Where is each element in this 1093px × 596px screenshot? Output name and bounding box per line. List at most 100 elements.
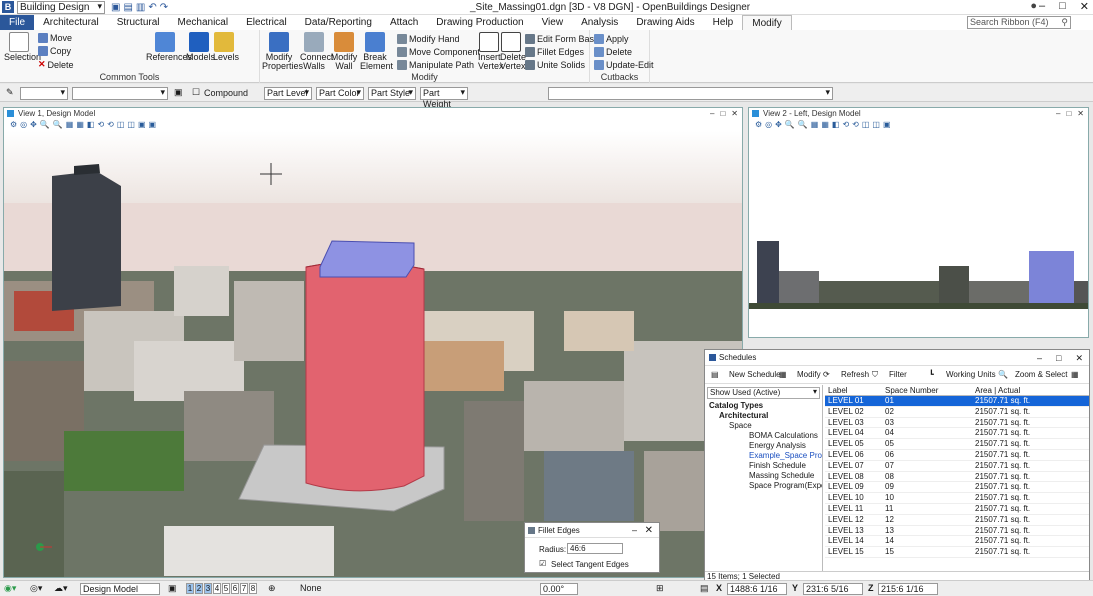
red-massing-tower[interactable] [305,260,425,492]
edit-form-base-button[interactable]: Edit Form Base [525,34,599,44]
view-toggle-4[interactable]: 4 [213,583,221,594]
delete-vertex-button[interactable]: Delete Vertex [500,32,526,71]
view-restore-icon[interactable]: □ [720,108,725,119]
template-dropdown[interactable] [548,87,833,100]
view-toggle-5[interactable]: 5 [222,583,230,594]
user-icon[interactable]: ● [1030,0,1037,12]
view-restore-icon[interactable]: □ [1066,108,1071,119]
blue-roof-form[interactable] [319,240,415,278]
print-icon[interactable]: ▥ [136,2,145,13]
x-coordinate-field[interactable]: 1488:6 1/16 [727,583,787,595]
grid-view-icon[interactable]: ▦ [1071,370,1079,379]
tree-node[interactable]: Massing Schedule [705,471,822,481]
tab-modify[interactable]: Modify [742,15,792,30]
close-icon[interactable]: ✕ [1080,0,1089,13]
view-toggle-8[interactable]: 8 [249,583,257,594]
snap-icon[interactable]: ⊕ [268,583,276,594]
level-dropdown[interactable] [72,87,168,100]
tab-drawing-production[interactable]: Drawing Production [427,15,532,30]
save-icon[interactable]: ▤ [123,2,132,13]
filter-button[interactable]: Filter [889,370,907,379]
table-row[interactable]: LEVEL 01 01 21507.71 sq. ft. [825,396,1089,407]
tab-attach[interactable]: Attach [381,15,427,30]
tab-drawing-aids[interactable]: Drawing Aids [627,15,703,30]
modify-properties-button[interactable]: Modify Properties [262,32,303,71]
copy-button[interactable]: Copy [38,46,71,56]
working-units-button[interactable]: Working Units [946,370,996,379]
insert-vertex-button[interactable]: Insert Vertex [478,32,504,71]
tangent-edges-checkbox[interactable]: ☑ [539,559,546,568]
table-row[interactable]: LEVEL 10 10 21507.71 sq. ft. [825,493,1089,504]
minimize-icon[interactable]: – [1039,0,1045,13]
modify-schedule-button[interactable]: Modify [797,370,821,379]
zoom-select-button[interactable]: Zoom & Select [1015,370,1067,379]
table-row[interactable]: LEVEL 05 05 21507.71 sq. ft. [825,439,1089,450]
fillet-edges-button[interactable]: Fillet Edges [525,47,584,57]
view-minimize-icon[interactable]: – [710,108,714,119]
table-row[interactable]: LEVEL 15 15 21507.71 sq. ft. [825,547,1089,558]
search-ribbon-input[interactable]: Search Ribbon (F4) ⚲ [967,16,1071,29]
modify-wall-button[interactable]: Modify Wall [330,32,358,71]
references-button[interactable]: References [146,32,192,62]
view-toggle-7[interactable]: 7 [240,583,248,594]
table-row[interactable]: LEVEL 09 09 21507.71 sq. ft. [825,482,1089,494]
design-model-canvas[interactable] [4,131,742,577]
view-toggle-2[interactable]: 2 [195,583,203,594]
update-edit-button[interactable]: Update-Edit [594,60,654,70]
tab-analysis[interactable]: Analysis [572,15,627,30]
table-row[interactable]: LEVEL 07 07 21507.71 sq. ft. [825,461,1089,472]
view-toggle-1[interactable]: 1 [186,583,194,594]
undo-icon[interactable]: ↶ [148,2,156,13]
view-close-icon[interactable]: ✕ [1077,108,1084,119]
modify-hand-button[interactable]: Modify Hand [397,34,460,44]
view-toggle-3[interactable]: 3 [204,583,212,594]
manipulate-path-button[interactable]: Manipulate Path [397,60,474,70]
break-element-button[interactable]: Break Element [360,32,393,71]
tree-node[interactable]: BOMA Calculations [705,431,822,441]
tab-help[interactable]: Help [704,15,743,30]
color-dropdown[interactable] [20,87,68,100]
tab-electrical[interactable]: Electrical [237,15,296,30]
tree-node[interactable]: Example_Space Proc [705,451,822,461]
pencil-icon[interactable]: ✎ [6,87,14,98]
tab-view[interactable]: View [533,15,573,30]
view-2-toolbar[interactable]: ⚙◎✥🔍🔍▦▦◧⟲⟲◫◫▣ [749,119,1088,131]
tab-data-reporting[interactable]: Data/Reporting [296,15,381,30]
z-coordinate-field[interactable]: 215:6 1/16 [878,583,938,595]
maximize-icon[interactable]: □ [1059,0,1066,13]
redo-icon[interactable]: ↷ [160,2,168,13]
accudraw-icon[interactable]: ⊞ [656,583,664,594]
col-space-number[interactable]: Space Number [885,385,938,396]
unite-solids-button[interactable]: Unite Solids [525,60,585,70]
tree-node[interactable]: Space Program(Expo [705,481,822,491]
open-icon[interactable]: ▣ [111,2,120,13]
tab-structural[interactable]: Structural [108,15,169,30]
view-2[interactable]: View 2 - Left, Design Model – □ ✕ ⚙◎✥🔍🔍▦▦◧… [748,107,1089,338]
navigate-forward-icon[interactable]: ◎▾ [30,583,42,594]
tree-node[interactable]: Finish Schedule [705,461,822,471]
workspace-select[interactable]: Building Design [17,0,105,14]
table-row[interactable]: LEVEL 14 14 21507.71 sq. ft. [825,536,1089,548]
new-schedule-button[interactable]: New Schedule [729,370,781,379]
move-component-button[interactable]: Move Component [397,47,480,57]
table-row[interactable]: LEVEL 04 04 21507.71 sq. ft. [825,428,1089,440]
view-1[interactable]: View 1, Design Model – □ ✕ ⚙◎✥🔍🔍▦▦◧⟲⟲◫◫▣▣ [3,107,743,578]
tree-node[interactable]: Space [705,421,822,431]
part-weight-dropdown[interactable]: Part Weight [420,87,468,109]
table-row[interactable]: LEVEL 08 08 21507.71 sq. ft. [825,472,1089,483]
move-button[interactable]: Move [38,33,72,43]
refresh-button[interactable]: Refresh [841,370,869,379]
left-view-canvas[interactable] [749,131,1088,337]
col-area[interactable]: Area | Actual [975,385,1020,396]
fillet-minimize-icon[interactable]: – [632,523,637,538]
y-coordinate-field[interactable]: 231:6 5/16 [803,583,863,595]
view-groups-icon[interactable]: ▣ [168,583,177,594]
table-row[interactable]: LEVEL 11 11 21507.71 sq. ft. [825,504,1089,515]
tree-node[interactable]: Energy Analysis [705,441,822,451]
model-dropdown[interactable]: Design Model [80,583,160,595]
levels-button[interactable]: Levels [213,32,239,62]
part-color-dropdown[interactable]: Part Color [316,87,364,100]
view-toggle-6[interactable]: 6 [231,583,239,594]
schedules-close-icon[interactable]: ✕ [1075,350,1083,366]
part-style-dropdown[interactable]: Part Style [368,87,416,100]
